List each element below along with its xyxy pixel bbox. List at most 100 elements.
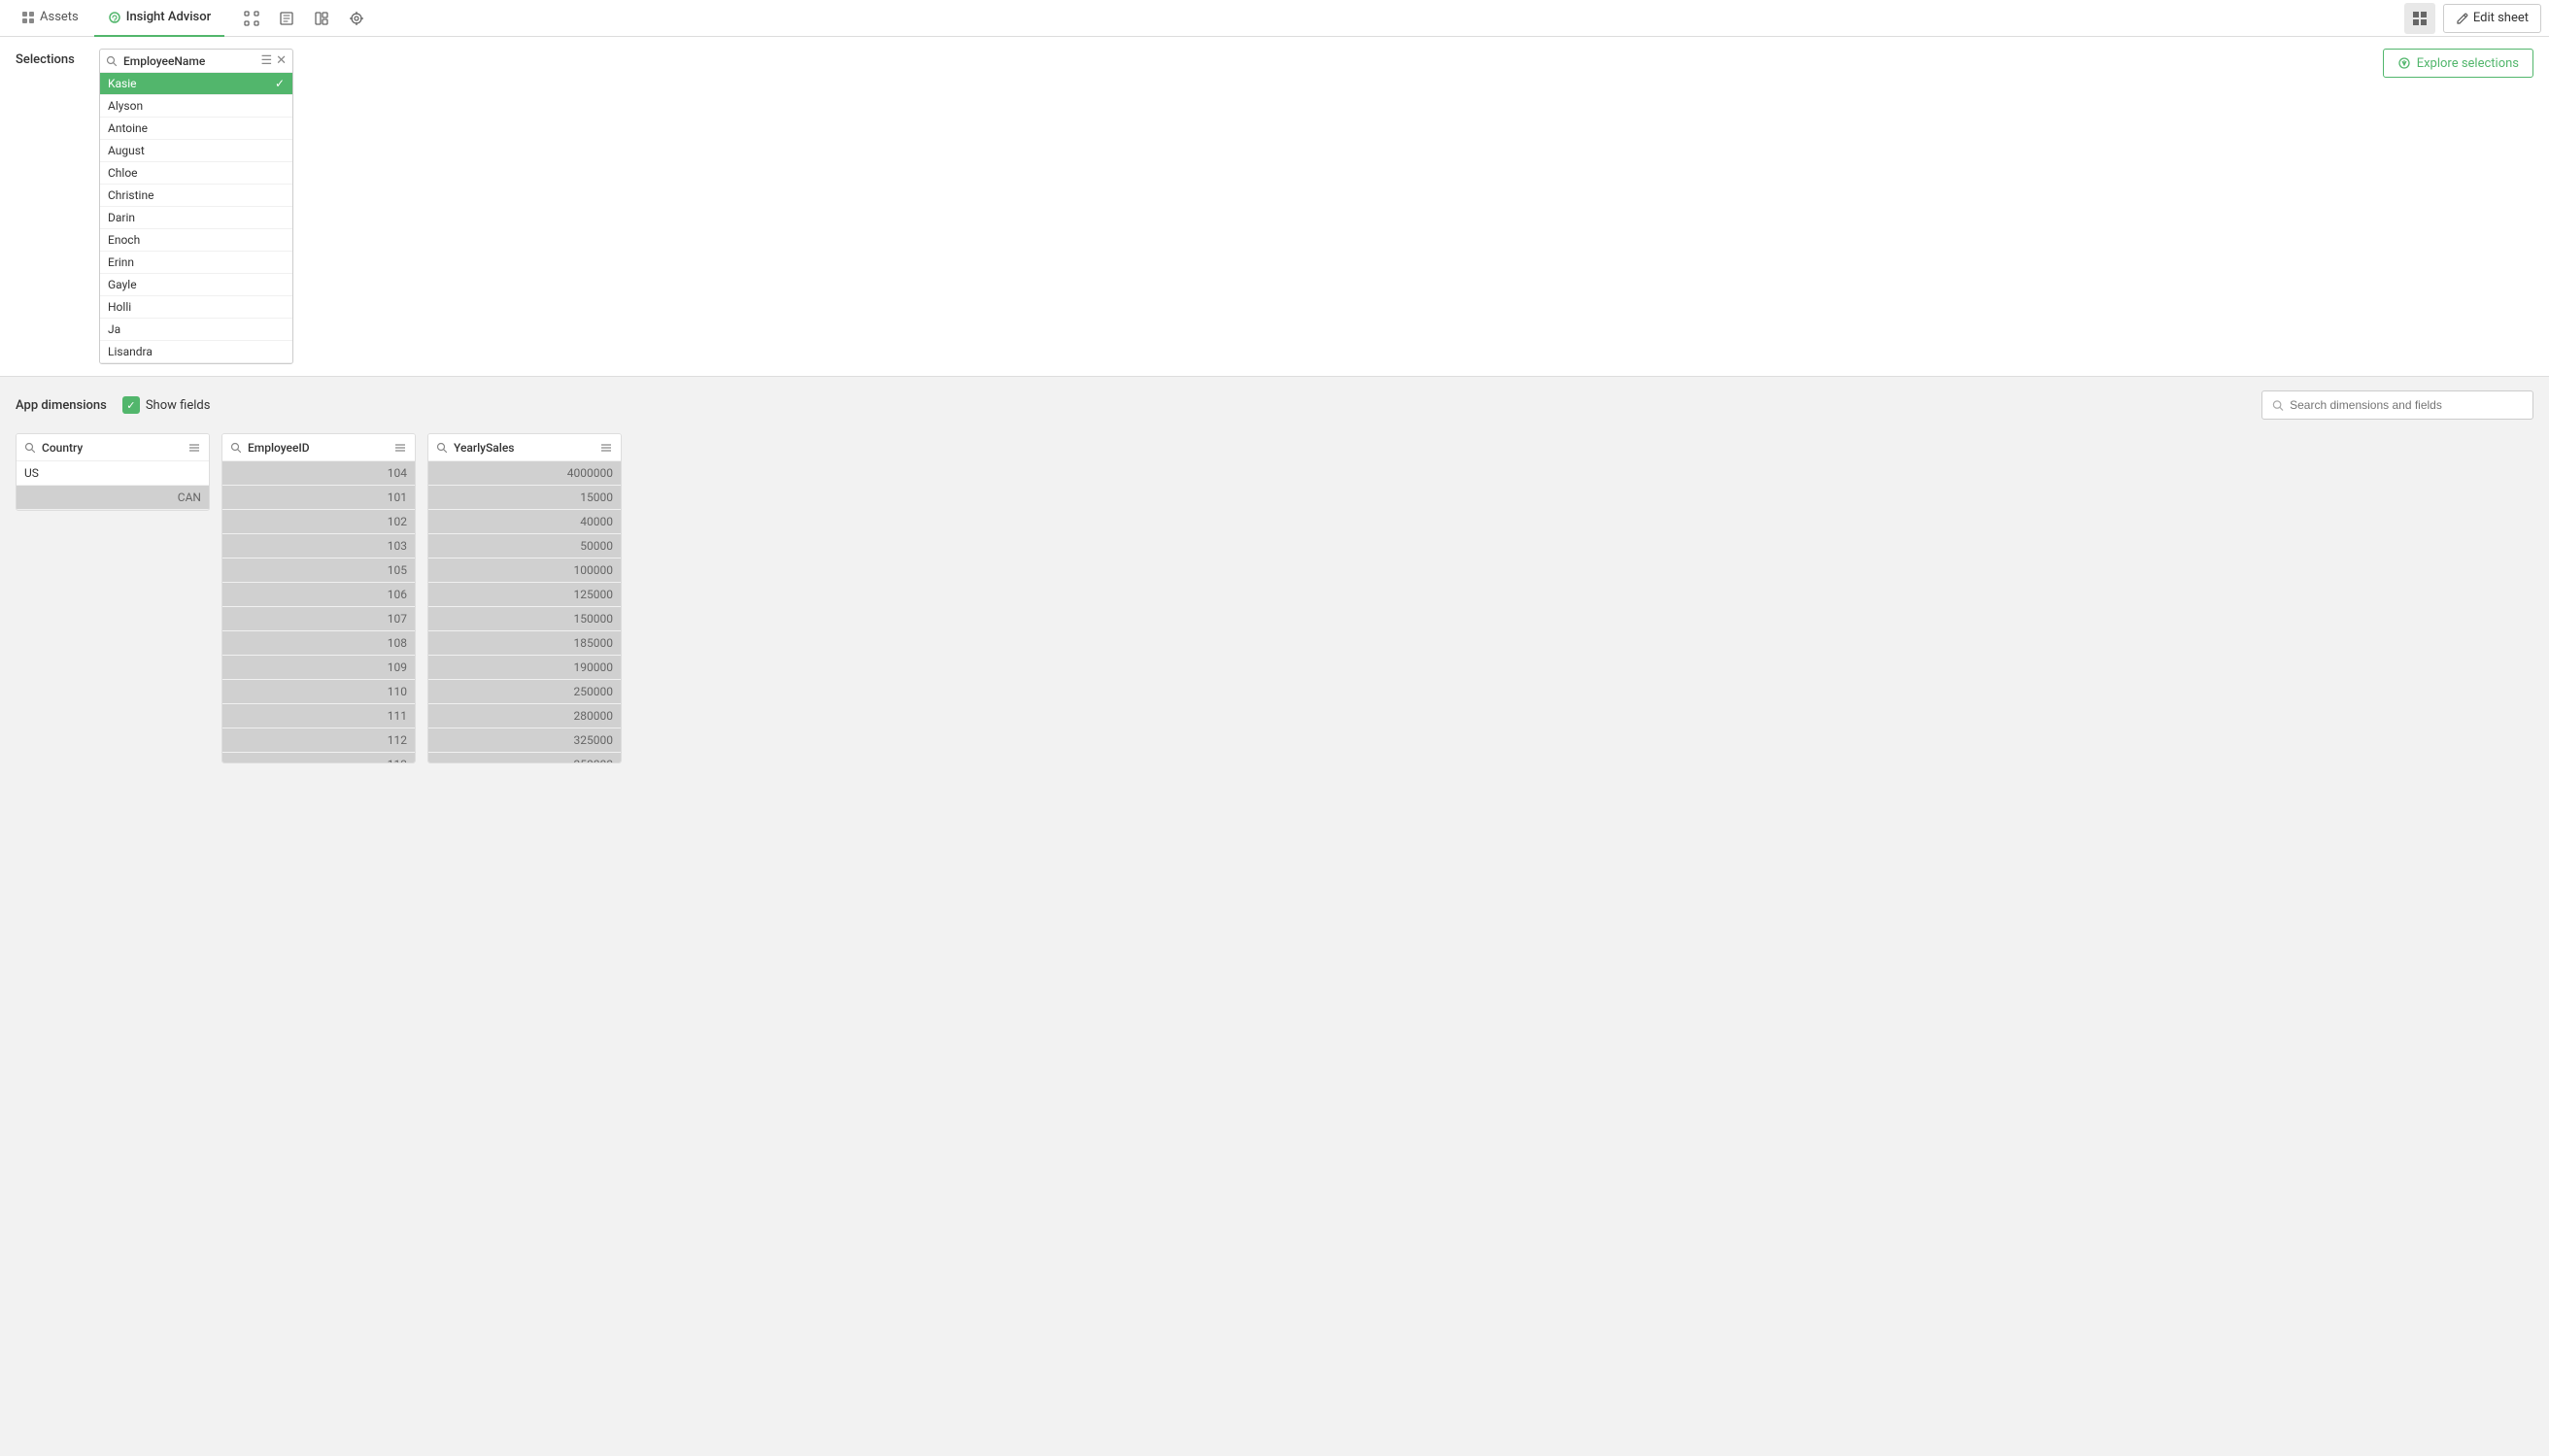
filter-clear-icon[interactable]: ✕	[276, 53, 287, 68]
show-fields-checkbox[interactable]: ✓	[122, 396, 140, 414]
field-row[interactable]: 50000	[428, 534, 621, 559]
selection-item[interactable]: Christine	[100, 185, 292, 207]
topbar-right: Edit sheet	[2404, 3, 2541, 34]
field-card: YearlySales40000001500040000500001000001…	[427, 433, 622, 763]
selections-label: Selections	[16, 49, 84, 67]
expand-icon	[279, 11, 294, 26]
field-row[interactable]: 111	[222, 704, 415, 728]
selection-filter-box: EmployeeName ☰ ✕ Kasie✓AlysonAntoineAugu…	[99, 49, 293, 364]
explore-selections-button[interactable]: Explore selections	[2383, 49, 2533, 78]
show-fields-toggle[interactable]: ✓ Show fields	[122, 396, 211, 414]
layout-icon	[314, 11, 329, 26]
field-row[interactable]: 40000	[428, 510, 621, 534]
selection-item[interactable]: Alyson	[100, 95, 292, 118]
field-card-header: Country	[17, 434, 209, 461]
field-card-menu-icon[interactable]	[599, 440, 613, 455]
field-card: Country USCAN	[16, 433, 210, 511]
field-card: EmployeeID104101102103105106107108109110…	[221, 433, 416, 763]
dimensions-label: App dimensions	[16, 398, 107, 413]
field-cards: CountryUSCANEmployeeID104101102103105106…	[16, 433, 2533, 763]
field-row[interactable]: 101	[222, 486, 415, 510]
insight-advisor-icon	[108, 11, 121, 24]
topbar-icons	[238, 5, 370, 32]
field-row[interactable]: 190000	[428, 656, 621, 680]
focus-icon	[244, 11, 259, 26]
icon-btn-1[interactable]	[238, 5, 265, 32]
field-card-title: Country	[42, 441, 182, 455]
field-card-header: YearlySales	[428, 434, 621, 461]
selection-item[interactable]: August	[100, 140, 292, 162]
filter-list-icon[interactable]: ☰	[260, 53, 272, 68]
field-row[interactable]: 106	[222, 583, 415, 607]
field-row[interactable]: 125000	[428, 583, 621, 607]
field-row[interactable]: 102	[222, 510, 415, 534]
field-row[interactable]: 15000	[428, 486, 621, 510]
selections-section: Selections EmployeeName ☰ ✕ Kasie✓Alyson…	[0, 37, 2549, 377]
dimensions-header: App dimensions ✓ Show fields	[16, 390, 2533, 420]
field-row[interactable]: 104	[222, 461, 415, 486]
edit-sheet-button[interactable]: Edit sheet	[2443, 4, 2541, 33]
field-row[interactable]: 109	[222, 656, 415, 680]
field-row[interactable]: 4000000	[428, 461, 621, 486]
field-card-header: EmployeeID	[222, 434, 415, 461]
selection-item[interactable]: Chloe	[100, 162, 292, 185]
field-row[interactable]: 113	[222, 753, 415, 762]
filter-icons: ☰ ✕	[260, 53, 287, 68]
grid-view-button[interactable]	[2404, 3, 2435, 34]
field-row[interactable]: 250000	[428, 680, 621, 704]
icon-btn-4[interactable]	[343, 5, 370, 32]
field-row[interactable]: 105	[222, 559, 415, 583]
field-card-body: USCAN	[17, 461, 209, 510]
selection-item[interactable]: Erinn	[100, 252, 292, 274]
field-row[interactable]: 100000	[428, 559, 621, 583]
selection-item[interactable]: Holli	[100, 296, 292, 319]
explore-selections-label: Explore selections	[2417, 56, 2519, 71]
tab-assets[interactable]: Assets	[8, 0, 92, 37]
field-row[interactable]: US	[17, 461, 209, 486]
field-row[interactable]: 280000	[428, 704, 621, 728]
field-row[interactable]: CAN	[17, 486, 209, 510]
field-card-body: 104101102103105106107108109110111112113	[222, 461, 415, 762]
selection-item[interactable]: Darin	[100, 207, 292, 229]
icon-btn-3[interactable]	[308, 5, 335, 32]
icon-btn-2[interactable]	[273, 5, 300, 32]
topbar-left: Assets Insight Advisor	[8, 0, 370, 37]
tab-insight-advisor[interactable]: Insight Advisor	[94, 0, 224, 37]
selection-item[interactable]: Enoch	[100, 229, 292, 252]
search-small-icon	[106, 55, 118, 67]
filter-search-icon	[106, 54, 118, 68]
selection-item[interactable]: Kasie✓	[100, 73, 292, 95]
field-row[interactable]: 108	[222, 631, 415, 656]
dimensions-section: App dimensions ✓ Show fields Country USCA…	[0, 377, 2549, 1456]
card-search-icon	[436, 440, 448, 455]
field-row[interactable]: 103	[222, 534, 415, 559]
field-row[interactable]: 110	[222, 680, 415, 704]
filter-title: EmployeeName	[123, 54, 255, 68]
main-content: Selections EmployeeName ☰ ✕ Kasie✓Alyson…	[0, 37, 2549, 1456]
grid-icon	[2412, 11, 2428, 26]
card-search-icon	[230, 440, 242, 455]
topbar: Assets Insight Advisor	[0, 0, 2549, 37]
selection-item[interactable]: Gayle	[100, 274, 292, 296]
field-row[interactable]: 112	[222, 728, 415, 753]
field-row[interactable]: 350000	[428, 753, 621, 762]
selection-item[interactable]: Ja	[100, 319, 292, 341]
field-card-title: YearlySales	[454, 441, 594, 455]
field-row[interactable]: 107	[222, 607, 415, 631]
selection-filter-header: EmployeeName ☰ ✕	[100, 50, 292, 73]
assets-icon	[21, 11, 35, 24]
target-icon	[349, 11, 364, 26]
field-card-menu-icon[interactable]	[187, 440, 201, 455]
explore-icon	[2397, 56, 2411, 70]
field-card-body: 4000000150004000050000100000125000150000…	[428, 461, 621, 762]
field-row[interactable]: 150000	[428, 607, 621, 631]
assets-tab-label: Assets	[40, 10, 79, 24]
search-dimensions-box[interactable]	[2261, 390, 2533, 420]
field-card-menu-icon[interactable]	[393, 440, 407, 455]
search-dimensions-input[interactable]	[2290, 398, 2523, 412]
field-row[interactable]: 325000	[428, 728, 621, 753]
edit-sheet-label: Edit sheet	[2473, 11, 2529, 25]
field-row[interactable]: 185000	[428, 631, 621, 656]
selection-item[interactable]: Antoine	[100, 118, 292, 140]
selection-item[interactable]: Lisandra	[100, 341, 292, 363]
